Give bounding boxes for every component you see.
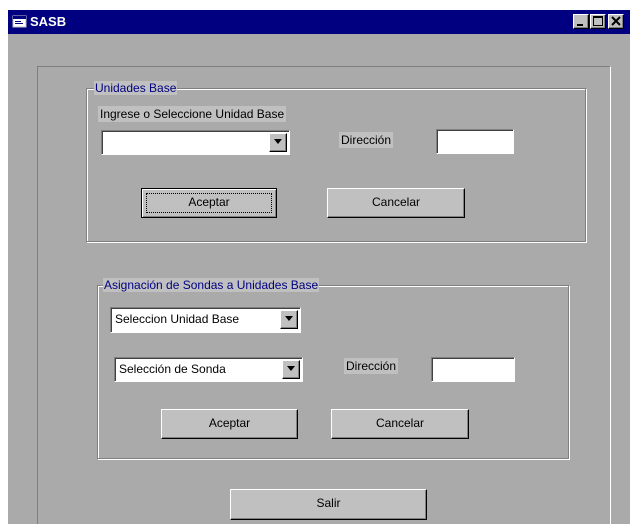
- minimize-icon: [577, 24, 583, 26]
- asignacion-accept-button[interactable]: Aceptar: [161, 409, 298, 439]
- sonda-combo-value: Selección de Sonda: [119, 362, 226, 376]
- direccion-label: Dirección: [339, 132, 394, 148]
- chevron-down-icon: [285, 316, 293, 321]
- exit-label: Salir: [316, 496, 341, 510]
- chevron-down-icon: [287, 366, 295, 371]
- chevron-down-icon: [274, 139, 282, 144]
- title-bar[interactable]: [8, 10, 630, 34]
- asignacion-cancel-label: Cancelar: [375, 416, 425, 430]
- asignacion-legend: Asignación de Sondas a Unidades Base: [103, 278, 320, 292]
- minimize-button[interactable]: [573, 14, 589, 29]
- unidad-combo-value: Seleccion Unidad Base: [115, 312, 240, 326]
- unidades-accept-button[interactable]: Aceptar: [141, 188, 277, 218]
- unidad-combo-dropdown[interactable]: [280, 310, 298, 329]
- unidades-cancel-label: Cancelar: [371, 195, 421, 209]
- close-button[interactable]: [608, 14, 624, 29]
- unidad-base-combo-dropdown[interactable]: [269, 133, 287, 152]
- sonda-direccion-field[interactable]: [431, 357, 515, 382]
- asignacion-cancel-button[interactable]: Cancelar: [331, 409, 469, 439]
- asignacion-accept-label: Aceptar: [208, 416, 251, 430]
- unidad-base-combo[interactable]: [101, 130, 290, 155]
- unidades-base-legend: Unidades Base: [94, 81, 178, 95]
- sonda-combo-dropdown[interactable]: [282, 360, 300, 379]
- close-icon: [611, 16, 621, 26]
- direccion-field[interactable]: [436, 129, 514, 154]
- unidades-cancel-button[interactable]: Cancelar: [327, 188, 465, 218]
- app-window-icon[interactable]: [12, 14, 28, 30]
- maximize-button[interactable]: [590, 14, 606, 29]
- sonda-combo[interactable]: Selección de Sonda: [114, 357, 303, 382]
- unidades-accept-label: Aceptar: [188, 195, 230, 209]
- unidad-combo[interactable]: Seleccion Unidad Base: [110, 307, 301, 333]
- maximize-icon: [593, 16, 603, 26]
- unidad-base-prompt-label: Ingrese o Seleccione Unidad Base: [98, 106, 287, 122]
- exit-button[interactable]: Salir: [230, 489, 427, 520]
- sonda-direccion-label: Dirección: [344, 358, 399, 374]
- window-title: SASB: [30, 14, 67, 29]
